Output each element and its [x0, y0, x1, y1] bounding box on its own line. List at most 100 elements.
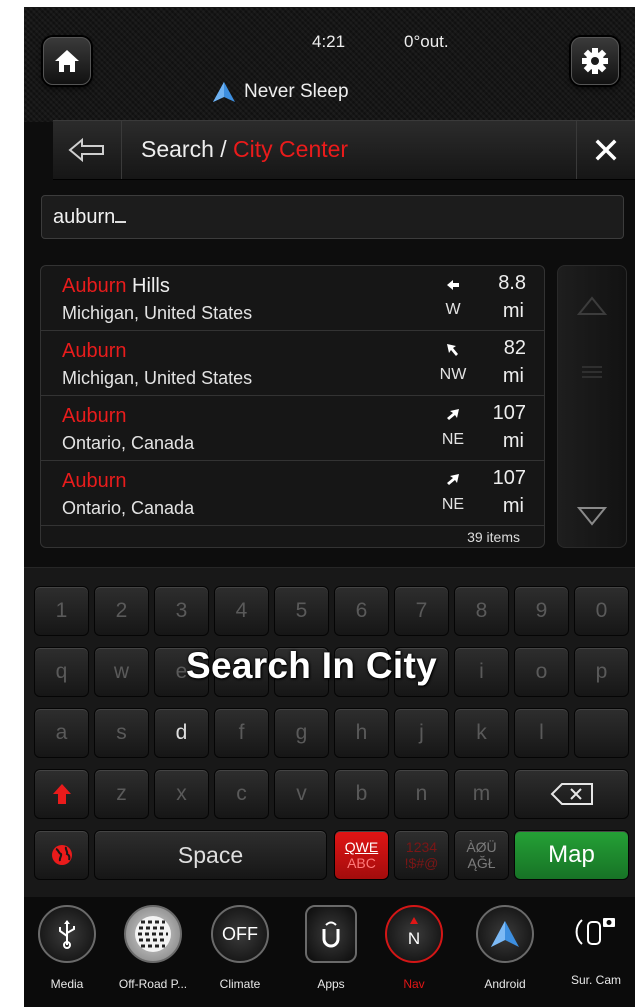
- top-status-bar: 4:21 0°out. Never Sleep: [24, 7, 635, 122]
- key-9[interactable]: 9: [514, 586, 569, 636]
- key-i[interactable]: i: [454, 647, 509, 697]
- distance-unit: mi: [502, 300, 524, 322]
- accents-top-label: ÀØÜ: [466, 839, 497, 855]
- key-j[interactable]: j: [394, 708, 449, 758]
- map-button[interactable]: Map: [514, 830, 629, 880]
- city-region: Michigan, United States: [62, 368, 253, 388]
- search-header: Search / City Center: [53, 120, 635, 180]
- search-input-value: auburn: [53, 206, 116, 228]
- dock-label: Nav: [403, 977, 425, 991]
- key-a[interactable]: a: [34, 708, 89, 758]
- key-w[interactable]: w: [94, 647, 149, 697]
- list-item[interactable]: Auburn Ontario, Canada NE 107 mi: [41, 461, 544, 526]
- key-5[interactable]: 5: [274, 586, 329, 636]
- compass-icon: N: [385, 905, 443, 963]
- key-blank[interactable]: [574, 708, 629, 758]
- key-c[interactable]: c: [214, 769, 269, 819]
- key-x[interactable]: x: [154, 769, 209, 819]
- dock-surround-cam[interactable]: Sur. Cam: [560, 905, 632, 987]
- dock-nav[interactable]: N Nav: [378, 905, 450, 991]
- dock-climate[interactable]: OFF Climate: [204, 905, 276, 991]
- key-o[interactable]: o: [514, 647, 569, 697]
- space-key[interactable]: Space: [94, 830, 327, 880]
- outside-temperature: 0°out.: [404, 32, 449, 51]
- dock-label: Off-Road P...: [118, 977, 188, 991]
- key-s[interactable]: s: [94, 708, 149, 758]
- key-k[interactable]: k: [454, 708, 509, 758]
- key-1[interactable]: 1: [34, 586, 89, 636]
- key-d[interactable]: d: [154, 708, 209, 758]
- key-p[interactable]: p: [574, 647, 629, 697]
- key-2[interactable]: 2: [94, 586, 149, 636]
- home-icon: [55, 50, 79, 72]
- language-key[interactable]: [34, 830, 89, 880]
- title-highlight: City Center: [233, 136, 349, 162]
- scroll-thumb[interactable]: [558, 342, 626, 402]
- abc-label: ABC: [347, 855, 376, 871]
- dock-off-road[interactable]: Off-Road P...: [117, 905, 189, 991]
- dock-label: Media: [50, 977, 84, 991]
- results-scrollbar[interactable]: [557, 265, 627, 548]
- list-item[interactable]: Auburn Ontario, Canada NE 107 mi: [41, 396, 544, 461]
- qwe-layout-key[interactable]: QWE ABC: [334, 830, 389, 880]
- city-name: Auburn: [62, 405, 127, 428]
- back-button[interactable]: [53, 121, 122, 179]
- key-q[interactable]: q: [34, 647, 89, 697]
- page-title: Search / City Center: [141, 136, 348, 163]
- key-6[interactable]: 6: [334, 586, 389, 636]
- key-7[interactable]: 7: [394, 586, 449, 636]
- search-input[interactable]: auburn: [41, 195, 624, 239]
- dock-media[interactable]: Media: [31, 905, 103, 991]
- distance-value: 82: [503, 337, 526, 359]
- dock-android[interactable]: Android: [469, 905, 541, 991]
- distance-value: 8.8: [498, 272, 526, 294]
- scroll-down-button[interactable]: [558, 486, 626, 546]
- home-button[interactable]: [43, 37, 91, 85]
- triangle-up-icon: [577, 296, 607, 315]
- key-v[interactable]: v: [274, 769, 329, 819]
- city-name: Auburn: [62, 340, 127, 363]
- key-8[interactable]: 8: [454, 586, 509, 636]
- android-auto-icon: [213, 82, 235, 102]
- accents-bottom-label: ĄĞŁ: [467, 855, 496, 871]
- clock: 4:21: [312, 32, 346, 51]
- distance-unit: mi: [502, 495, 524, 517]
- result-count: 39 items: [467, 529, 520, 545]
- key-z[interactable]: z: [94, 769, 149, 819]
- on-screen-keyboard: 1 2 3 4 5 6 7 8 9 0 q w e i o p a s d f …: [24, 567, 635, 898]
- settings-button[interactable]: [571, 37, 619, 85]
- list-item[interactable]: Auburn Hills Michigan, United States W 8…: [41, 266, 544, 331]
- key-4[interactable]: 4: [214, 586, 269, 636]
- gear-icon: [582, 48, 608, 74]
- close-button[interactable]: [576, 121, 635, 179]
- shift-arrow-icon: [52, 784, 71, 804]
- accents-key[interactable]: ÀØÜ ĄĞŁ: [454, 830, 509, 880]
- dock-apps[interactable]: Apps: [295, 905, 367, 991]
- key-0[interactable]: 0: [574, 586, 629, 636]
- qwe-label: QWE: [344, 839, 379, 855]
- never-sleep-indicator[interactable]: Never Sleep: [212, 81, 349, 103]
- key-m[interactable]: m: [454, 769, 509, 819]
- key-3[interactable]: 3: [154, 586, 209, 636]
- backspace-key[interactable]: [514, 769, 629, 819]
- key-b[interactable]: b: [334, 769, 389, 819]
- direction-arrow-northeast-icon: [445, 473, 461, 492]
- key-f[interactable]: f: [214, 708, 269, 758]
- key-l[interactable]: l: [514, 708, 569, 758]
- key-h[interactable]: h: [334, 708, 389, 758]
- direction-arrow-west-icon: [445, 278, 461, 296]
- svg-text:N: N: [408, 929, 420, 948]
- numbers-symbols-key[interactable]: 1234 !$#@: [394, 830, 449, 880]
- key-n[interactable]: n: [394, 769, 449, 819]
- key-g[interactable]: g: [274, 708, 329, 758]
- tire-icon: [124, 905, 182, 963]
- direction-arrow-northeast-icon: [445, 408, 461, 427]
- scroll-up-button[interactable]: [558, 276, 626, 336]
- dock-label: Sur. Cam: [570, 973, 621, 987]
- list-item[interactable]: Auburn Michigan, United States NW 82 mi: [41, 331, 544, 396]
- shift-key[interactable]: [34, 769, 89, 819]
- numbers-label: 1234: [405, 839, 438, 855]
- direction-label: NE: [441, 496, 465, 513]
- city-name-match: Auburn: [62, 340, 127, 362]
- distance-unit: mi: [502, 365, 524, 387]
